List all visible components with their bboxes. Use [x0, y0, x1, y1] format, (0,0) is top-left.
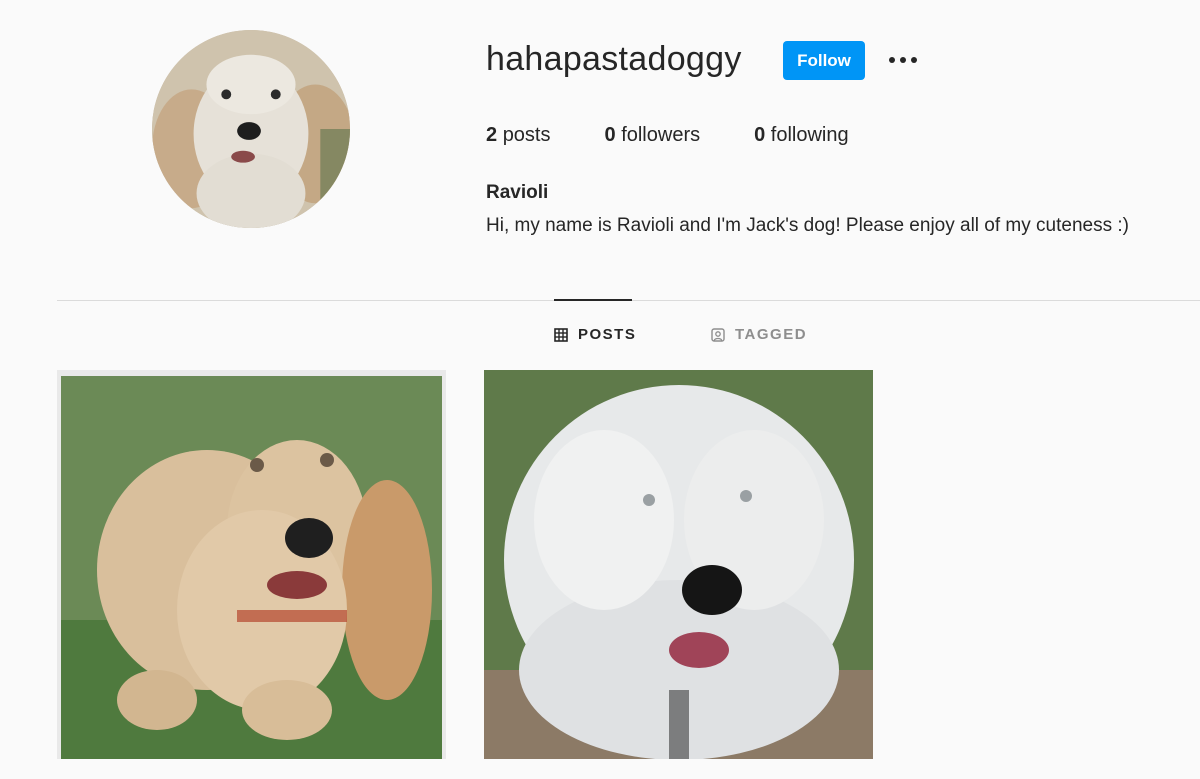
active-tab-indicator	[554, 299, 632, 301]
post-thumbnail[interactable]	[484, 370, 873, 759]
followers-count[interactable]: 0 followers	[605, 124, 701, 147]
profile-bio: Hi, my name is Ravioli and I'm Jack's do…	[486, 215, 1129, 236]
grid-icon	[554, 327, 568, 342]
posts-count-value: 2	[486, 124, 498, 146]
followers-count-label: followers	[621, 124, 701, 146]
more-options-icon	[889, 57, 917, 63]
posts-count-label: posts	[502, 124, 551, 146]
profile-avatar[interactable]	[152, 30, 350, 228]
following-count-label: following	[770, 124, 849, 146]
tab-posts-label: POSTS	[578, 326, 637, 343]
tagged-icon	[711, 327, 725, 342]
poodle-avatar-image	[152, 30, 350, 228]
followers-count-value: 0	[604, 124, 616, 146]
more-options-button[interactable]	[884, 46, 922, 74]
profile-username: hahapastadoggy	[486, 40, 742, 78]
tab-tagged-label: TAGGED	[735, 326, 808, 343]
post-thumbnail[interactable]	[57, 370, 446, 759]
golden-puppy-photo	[57, 370, 446, 759]
posts-count: 2 posts	[486, 124, 551, 147]
tab-tagged[interactable]: TAGGED	[711, 326, 807, 343]
profile-stats: 2 posts 0 followers 0 following	[486, 124, 903, 147]
tab-posts[interactable]: POSTS	[554, 326, 636, 343]
following-count-value: 0	[754, 124, 766, 146]
sheepdog-photo	[484, 370, 873, 759]
follow-button[interactable]: Follow	[783, 41, 865, 80]
following-count[interactable]: 0 following	[754, 124, 849, 147]
profile-full-name: Ravioli	[486, 182, 549, 203]
